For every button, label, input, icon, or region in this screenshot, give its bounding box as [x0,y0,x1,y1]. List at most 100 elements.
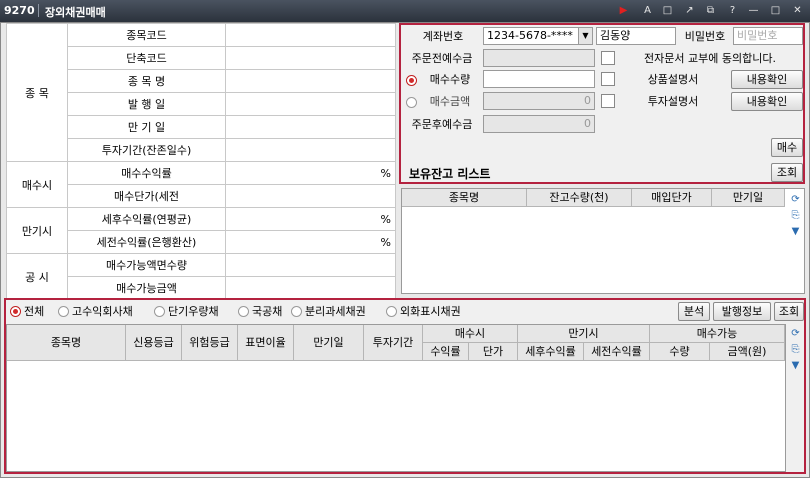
amount-radio[interactable] [406,97,417,108]
chevron-down-icon[interactable]: ▼ [578,28,592,44]
value-short-code [225,46,396,70]
col-group-buy: 매수시 [423,325,518,343]
label-item-name: 종 목 명 [67,69,226,93]
filter-all-label: 전체 [24,305,45,318]
restore-icon[interactable]: ⧉ [703,3,718,18]
issue-info-button[interactable]: 발행정보 [713,302,771,321]
filter-short-term-radio[interactable] [154,306,165,317]
invest-doc-checkbox[interactable] [601,94,615,108]
value-available-qty [225,253,396,277]
value-buy-yield: % [225,161,396,185]
col-group-maturity: 만기시 [518,325,650,343]
label-buy-yield: 매수수익률 [67,161,226,185]
grid-refresh-icon[interactable]: ⟳ [789,327,802,340]
col-available-qty: 수량 [650,343,710,361]
electronic-doc-label: 전자문서 교부에 동의합니다. [644,52,776,65]
filter-high-yield-label: 고수익회사채 [72,305,133,318]
window-icon[interactable]: □ [660,3,675,18]
minimize-icon[interactable]: — [746,3,761,18]
value-buy-price [225,184,396,208]
label-buy-price: 매수단가(세전 [67,184,226,208]
col-buy-yield: 수익률 [423,343,469,361]
label-pre-tax-yield: 세전수익률(은행환산) [67,230,226,254]
holdings-header: 종목명 잔고수량(천) 매입단가 만기일 [402,189,785,207]
font-icon[interactable]: A [640,3,655,18]
value-issue-date [225,92,396,116]
maximize-icon[interactable]: □ [768,3,783,18]
account-name-field: 김동양 [596,27,676,45]
filter-high-yield-radio[interactable] [58,306,69,317]
scroll-down-icon[interactable]: ▼ [789,225,802,238]
group-notice: 공 시 [6,253,68,300]
group-buy: 매수시 [6,161,68,208]
grid-scroll-down-icon[interactable]: ▼ [789,359,802,372]
group-item: 종 목 [6,23,68,162]
group-maturity: 만기시 [6,207,68,254]
link-icon[interactable]: ↗ [682,3,697,18]
title-bar: 9270 장외채권매매 ▶ A □ ↗ ⧉ ? — □ ✕ [0,0,810,22]
col-buy-price: 단가 [469,343,518,361]
col-group-available: 매수가능 [650,325,785,343]
col-risk-grade: 위험등급 [182,325,238,360]
holdings-col-price: 매입단가 [632,189,712,206]
holdings-query-button[interactable]: 조회 [771,163,803,182]
product-doc-checkbox[interactable] [601,72,615,86]
value-item-name [225,69,396,93]
filter-separate-tax-label: 분리과세채권 [305,305,366,318]
filter-separate-tax-radio[interactable] [291,306,302,317]
screen-code: 9270 [4,4,35,17]
value-maturity-date [225,115,396,139]
qty-label: 매수수량 [429,73,471,86]
holdings-title: 보유잔고 리스트 [409,167,491,181]
buy-button[interactable]: 매수 [771,138,803,157]
filter-short-term-label: 단기우량채 [168,305,219,318]
label-available-qty: 매수가능액면수량 [67,253,226,277]
post-deposit-field: 0 [483,115,595,133]
invest-doc-confirm-button[interactable]: 내용확인 [731,92,803,111]
value-pre-tax-yield: % [225,230,396,254]
qty-input[interactable] [483,70,595,88]
electronic-doc-checkbox[interactable] [601,51,615,65]
post-deposit-label: 주문후예수금 [411,118,473,131]
refresh-icon[interactable]: ⟳ [789,193,802,206]
value-invest-period [225,138,396,162]
export-icon[interactable]: ⎘ [789,209,802,222]
value-after-tax-yield: % [225,207,396,231]
col-item-name: 종목명 [7,325,126,360]
product-doc-label: 상품설명서 [647,73,699,86]
product-doc-confirm-button[interactable]: 내용확인 [731,70,803,89]
pre-deposit-field [483,49,595,67]
invest-doc-label: 투자설명서 [647,95,699,108]
grid-export-icon[interactable]: ⎘ [789,343,802,356]
filter-all-radio[interactable] [10,306,21,317]
bond-info-table: 종 목 종목코드 단축코드 종 목 명 발 행 일 만 기 일 투자기간(잔존일… [6,23,396,300]
filter-foreign-currency-radio[interactable] [386,306,397,317]
close-icon[interactable]: ✕ [790,3,805,18]
value-available-amount [225,276,396,300]
filter-foreign-currency-label: 외화표시채권 [400,305,461,318]
play-icon[interactable]: ▶ [616,3,631,18]
account-value: 1234-5678-**** [487,29,573,42]
help-icon[interactable]: ? [725,3,740,18]
title-divider [38,4,39,17]
analysis-button[interactable]: 분석 [678,302,710,321]
qty-radio[interactable] [406,75,417,86]
account-select[interactable]: 1234-5678-**** [483,27,593,45]
filter-government-radio[interactable] [238,306,249,317]
password-input[interactable]: 비밀번호 [733,27,803,45]
amount-input[interactable]: 0 [483,92,595,110]
search-query-button[interactable]: 조회 [774,302,804,321]
col-coupon-rate: 표면이율 [238,325,294,360]
holdings-col-name: 종목명 [402,189,527,206]
col-credit-grade: 신용등급 [126,325,182,360]
col-pre-tax-yield: 세전수익률 [584,343,650,361]
label-after-tax-yield: 세후수익률(연평균) [67,207,226,231]
holdings-list: 종목명 잔고수량(천) 매입단가 만기일 ⟳ ⎘ ▼ [401,188,805,294]
account-label: 계좌번호 [422,30,464,43]
value-item-code [225,23,396,47]
amount-label: 매수금액 [429,95,471,108]
grid-header: 종목명 신용등급 위험등급 표면이율 만기일 투자기간 매수시 수익률 단가 만… [7,325,785,361]
password-label: 비밀번호 [684,30,726,43]
holdings-col-qty: 잔고수량(천) [527,189,632,206]
col-available-amount: 금액(원) [710,343,785,361]
